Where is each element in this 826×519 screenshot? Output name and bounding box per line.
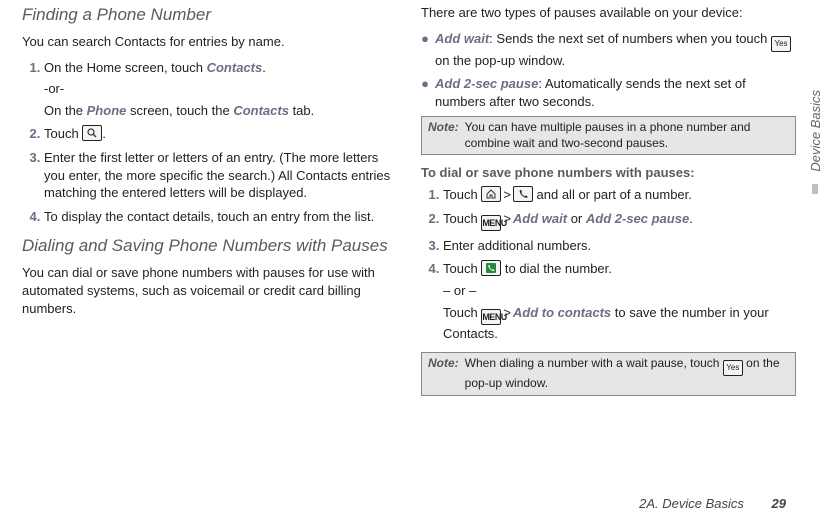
dial-intro: You can dial or save phone numbers with … [22, 264, 397, 317]
right-column: There are two types of pauses available … [421, 4, 796, 406]
find-step-2: Touch . [44, 125, 397, 143]
heading-finding: Finding a Phone Number [22, 4, 397, 25]
dial-icon [481, 260, 501, 276]
yes-icon: Yes [723, 360, 743, 376]
side-tab-bar [812, 184, 818, 194]
bullet-add-wait: ● Add wait: Sends the next set of number… [421, 30, 796, 70]
menu-icon: MENU [481, 309, 501, 325]
find-step-1: On the Home screen, touch Contacts. -or-… [44, 59, 397, 120]
find-step-4: To display the contact details, touch an… [44, 208, 397, 226]
side-tab-label: Device Basics [807, 80, 824, 182]
footer-page-number: 29 [772, 496, 786, 511]
find-step-3: Enter the first letter or letters of an … [44, 149, 397, 202]
bullet-add-2sec: ● Add 2-sec pause: Automatically sends t… [421, 75, 796, 110]
find-intro: You can search Contacts for entries by n… [22, 33, 397, 51]
note-multiple-pauses: Note: You can have multiple pauses in a … [421, 116, 796, 155]
menu-icon: MENU [481, 215, 501, 231]
search-icon [82, 125, 102, 141]
yes-icon: Yes [771, 36, 791, 52]
left-column: Finding a Phone Number You can search Co… [22, 4, 397, 406]
dial-step-3: Enter additional numbers. [443, 237, 796, 255]
footer-section: 2A. Device Basics [639, 496, 744, 511]
dial-steps: Touch > and all or part of a number. Tou… [421, 186, 796, 342]
note-wait-pause: Note: When dialing a number with a wait … [421, 352, 796, 396]
heading-dialing: Dialing and Saving Phone Numbers with Pa… [22, 235, 397, 256]
dial-step-1: Touch > and all or part of a number. [443, 186, 796, 204]
pauses-intro: There are two types of pauses available … [421, 4, 796, 22]
subhead-to-dial: To dial or save phone numbers with pause… [421, 165, 796, 180]
dial-step-4: Touch to dial the number. – or – Touch M… [443, 260, 796, 342]
phone-icon [513, 186, 533, 202]
page-footer: 2A. Device Basics 29 [639, 496, 786, 511]
side-tab: Device Basics [804, 80, 826, 220]
home-icon [481, 186, 501, 202]
dial-step-2: Touch MENU>Add wait or Add 2-sec pause. [443, 210, 796, 231]
find-steps: On the Home screen, touch Contacts. -or-… [22, 59, 397, 225]
